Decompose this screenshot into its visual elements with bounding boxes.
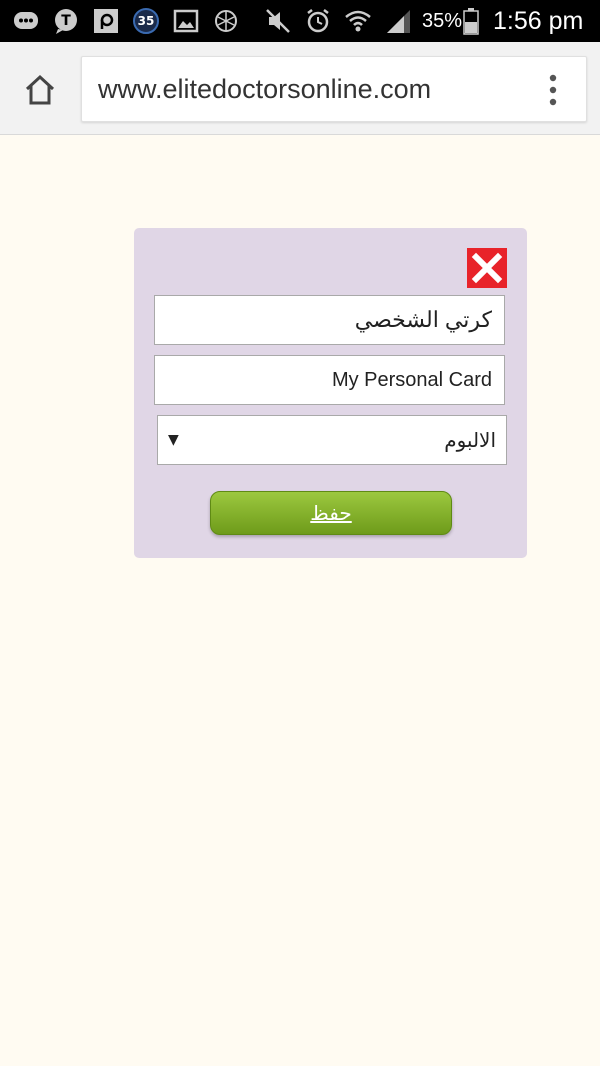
- alarm-icon: [304, 7, 332, 35]
- url-text: www.elitedoctorsonline.com: [98, 74, 432, 104]
- wifi-icon: [344, 7, 372, 35]
- t-app-icon: T: [52, 7, 80, 35]
- browser-toolbar: www.elitedoctorsonline.com: [0, 42, 600, 135]
- signal-icon: [384, 7, 412, 35]
- notification-badge-count: 35: [137, 14, 155, 28]
- battery-icon: [462, 7, 480, 35]
- status-bar: T 35 35% 1:56 pm: [0, 0, 600, 42]
- arabic-title-input[interactable]: كرتي الشخصي: [154, 295, 505, 345]
- english-title-input[interactable]: My Personal Card: [154, 355, 505, 405]
- dropdown-arrow-icon: ▼: [168, 432, 179, 448]
- close-button[interactable]: [467, 248, 507, 288]
- close-icon: [471, 252, 503, 284]
- clock: 1:56 pm: [493, 7, 584, 35]
- p-app-icon: [92, 7, 120, 35]
- more-vert-icon: [549, 74, 557, 106]
- gallery-icon: [172, 7, 200, 35]
- game-icon: [212, 7, 240, 35]
- home-button[interactable]: [20, 70, 60, 110]
- more-menu-button[interactable]: [538, 70, 568, 110]
- album-select[interactable]: ▼ الالبوم: [157, 415, 507, 465]
- url-bar[interactable]: www.elitedoctorsonline.com: [81, 56, 587, 122]
- home-icon: [25, 74, 55, 105]
- album-select-value: الالبوم: [444, 428, 496, 452]
- messaging-icon: [12, 7, 40, 35]
- personal-card-dialog: كرتي الشخصي My Personal Card ▼ الالبوم ح…: [134, 228, 527, 558]
- mute-icon: [264, 7, 292, 35]
- badge-35-icon: 35: [132, 7, 160, 35]
- save-button[interactable]: حفظ: [210, 491, 452, 535]
- battery-percent: 35%: [422, 10, 463, 32]
- svg-text:T: T: [61, 13, 71, 29]
